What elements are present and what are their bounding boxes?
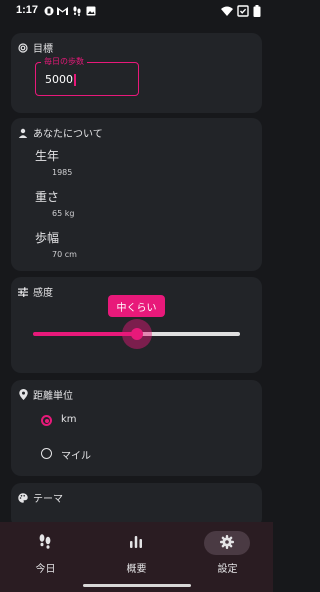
- image-icon: [85, 5, 96, 16]
- slider-track-active[interactable]: [33, 332, 137, 336]
- nav-label-today: 今日: [35, 564, 56, 575]
- daily-steps-input[interactable]: 5000: [45, 73, 76, 86]
- slider-track-inactive[interactable]: [136, 332, 240, 336]
- sensitivity-card: 感度 中くらい: [11, 277, 262, 373]
- person-icon: [18, 128, 28, 138]
- stride-label: 歩幅: [35, 231, 60, 245]
- gesture-home-bar[interactable]: [83, 584, 191, 587]
- birth-year-label: 生年: [35, 149, 60, 163]
- mile-radio[interactable]: [41, 448, 52, 459]
- gear-icon: [220, 534, 234, 553]
- location-pin-icon: [18, 389, 28, 400]
- goal-title: 目標: [33, 44, 53, 55]
- status-bar: 1:17: [0, 0, 273, 22]
- distance-unit-title: 距離単位: [33, 391, 73, 402]
- sensitivity-slider-thumb[interactable]: [130, 328, 143, 340]
- stride-value: 70 cm: [52, 250, 77, 259]
- nav-pill-today: [22, 531, 68, 555]
- weight-label: 重さ: [35, 190, 60, 204]
- sensitivity-header: 感度: [18, 284, 53, 299]
- slider-value-tooltip: 中くらい: [108, 295, 165, 317]
- nav-pill-settings-active: [204, 531, 250, 555]
- nav-item-overview[interactable]: 概要: [91, 522, 182, 592]
- goal-card: 目標 毎日の歩数 5000: [11, 33, 262, 113]
- text-caret: [74, 74, 76, 86]
- nav-item-settings[interactable]: 設定: [182, 522, 273, 592]
- about-title: あなたについて: [33, 129, 103, 140]
- wifi-icon: [221, 6, 233, 19]
- bottom-nav: 今日 概要 設定: [0, 522, 273, 592]
- about-header: あなたについて: [18, 125, 103, 140]
- palette-icon: [18, 492, 28, 503]
- daily-steps-field[interactable]: 毎日の歩数 5000: [35, 56, 139, 96]
- km-label: km: [61, 414, 77, 425]
- nav-label-overview: 概要: [126, 564, 147, 575]
- daily-steps-label: 毎日の歩数: [41, 56, 87, 67]
- nav-pill-overview: [113, 531, 159, 555]
- battery-icon: [237, 5, 249, 20]
- footsteps-icon: [71, 5, 82, 16]
- birth-year-value: 1985: [52, 168, 73, 177]
- nav-item-today[interactable]: 今日: [0, 522, 91, 592]
- weight-value: 65 kg: [52, 209, 75, 218]
- system-icons: [221, 5, 261, 20]
- app-notification-icon: [43, 5, 54, 16]
- goal-header: 目標: [18, 40, 53, 55]
- distance-unit-header: 距離単位: [18, 387, 73, 402]
- status-time: 1:17: [16, 4, 39, 16]
- battery-level-icon: [253, 5, 261, 20]
- target-icon: [18, 42, 28, 53]
- bar-chart-icon: [129, 534, 143, 553]
- km-radio-selected[interactable]: [41, 415, 52, 426]
- nav-label-settings: 設定: [217, 564, 238, 575]
- theme-header: テーマ: [18, 490, 63, 505]
- footsteps-icon: [37, 533, 53, 553]
- theme-title: テーマ: [33, 494, 63, 505]
- notification-icons: [43, 5, 96, 16]
- mile-label: マイル: [61, 451, 91, 462]
- distance-unit-card: 距離単位 km マイル: [11, 380, 262, 476]
- about-card: あなたについて 生年 1985 重さ 65 kg 歩幅 70 cm: [11, 118, 262, 271]
- tune-icon: [18, 286, 28, 297]
- gmail-icon: [57, 5, 68, 16]
- radio-dot: [44, 418, 49, 423]
- sensitivity-title: 感度: [33, 288, 53, 299]
